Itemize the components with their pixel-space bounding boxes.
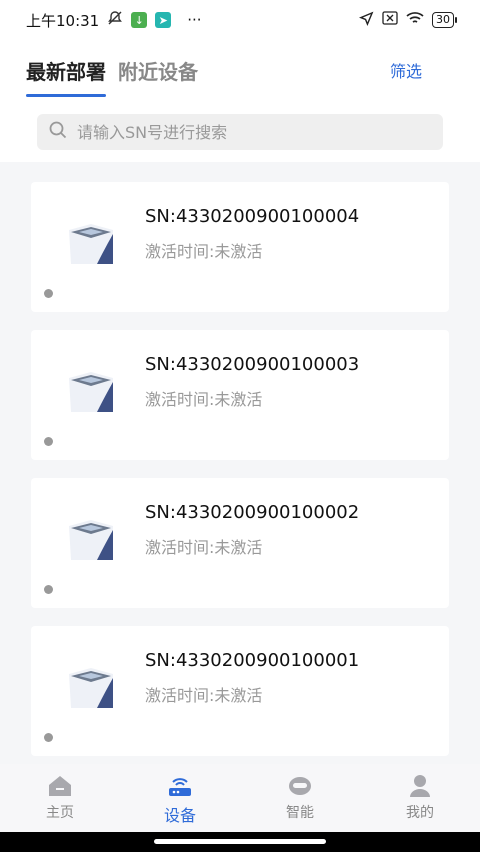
status-time: 上午10:31 xyxy=(26,11,100,30)
nav-devices[interactable]: 设备 xyxy=(120,764,240,832)
search-input[interactable] xyxy=(77,122,431,142)
user-icon xyxy=(410,775,430,797)
status-dot xyxy=(44,585,53,594)
home-indicator[interactable] xyxy=(154,839,326,844)
status-bar: 上午10:31 ↓ ➤ ··· 30 xyxy=(0,0,480,40)
nav-smart[interactable]: 智能 xyxy=(240,764,360,832)
activation-time: 激活时间:未激活 xyxy=(145,538,263,557)
wifi-icon xyxy=(406,11,424,29)
status-dot xyxy=(44,289,53,298)
device-sn: SN:4330200900100003 xyxy=(145,354,360,375)
device-card[interactable]: SN:4330200900100002 激活时间:未激活 xyxy=(31,478,449,608)
nav-mine[interactable]: 我的 xyxy=(360,764,480,832)
status-dot xyxy=(44,733,53,742)
nav-mine-label: 我的 xyxy=(406,805,434,821)
download-icon: ↓ xyxy=(131,12,148,28)
tab-bar: 最新部署 附近设备 xyxy=(26,56,198,97)
device-sn: SN:4330200900100001 xyxy=(145,650,360,671)
bottom-nav: 主页 设备 智能 我的 xyxy=(0,764,480,832)
nav-devices-label: 设备 xyxy=(163,806,196,825)
mute-icon xyxy=(107,10,123,30)
tab-nearby-devices[interactable]: 附近设备 xyxy=(118,56,198,97)
header: 最新部署 附近设备 筛选 xyxy=(0,40,480,162)
more-notifications-icon: ··· xyxy=(187,11,202,29)
filter-button[interactable]: 筛选 xyxy=(390,58,422,82)
system-home-bar xyxy=(0,832,480,852)
scanner-device-icon xyxy=(69,224,113,264)
nav-home-label: 主页 xyxy=(46,805,74,821)
device-sn: SN:4330200900100004 xyxy=(145,206,360,227)
activation-time: 激活时间:未激活 xyxy=(145,686,263,705)
device-card[interactable]: SN:4330200900100003 激活时间:未激活 xyxy=(31,330,449,460)
nav-smart-label: 智能 xyxy=(286,805,314,821)
device-list: SN:4330200900100004 激活时间:未激活 SN:43302009… xyxy=(31,182,449,774)
search-icon xyxy=(49,121,67,143)
scanner-device-icon xyxy=(69,668,113,708)
location-icon xyxy=(359,11,374,30)
tab-latest-deployment[interactable]: 最新部署 xyxy=(26,56,106,97)
nav-home[interactable]: 主页 xyxy=(0,764,120,832)
robot-icon xyxy=(289,777,311,795)
device-card[interactable]: SN:4330200900100004 激活时间:未激活 xyxy=(31,182,449,312)
router-icon xyxy=(169,778,191,796)
activation-time: 激活时间:未激活 xyxy=(145,390,263,409)
device-card[interactable]: SN:4330200900100001 激活时间:未激活 xyxy=(31,626,449,756)
status-dot xyxy=(44,437,53,446)
scanner-device-icon xyxy=(69,520,113,560)
no-sim-icon xyxy=(382,11,398,29)
navigation-app-icon: ➤ xyxy=(155,12,172,28)
scanner-device-icon xyxy=(69,372,113,412)
activation-time: 激活时间:未激活 xyxy=(145,242,263,261)
device-sn: SN:4330200900100002 xyxy=(145,502,360,523)
battery-icon: 30 xyxy=(432,12,457,28)
search-bar[interactable] xyxy=(37,114,443,150)
home-icon xyxy=(49,776,71,796)
